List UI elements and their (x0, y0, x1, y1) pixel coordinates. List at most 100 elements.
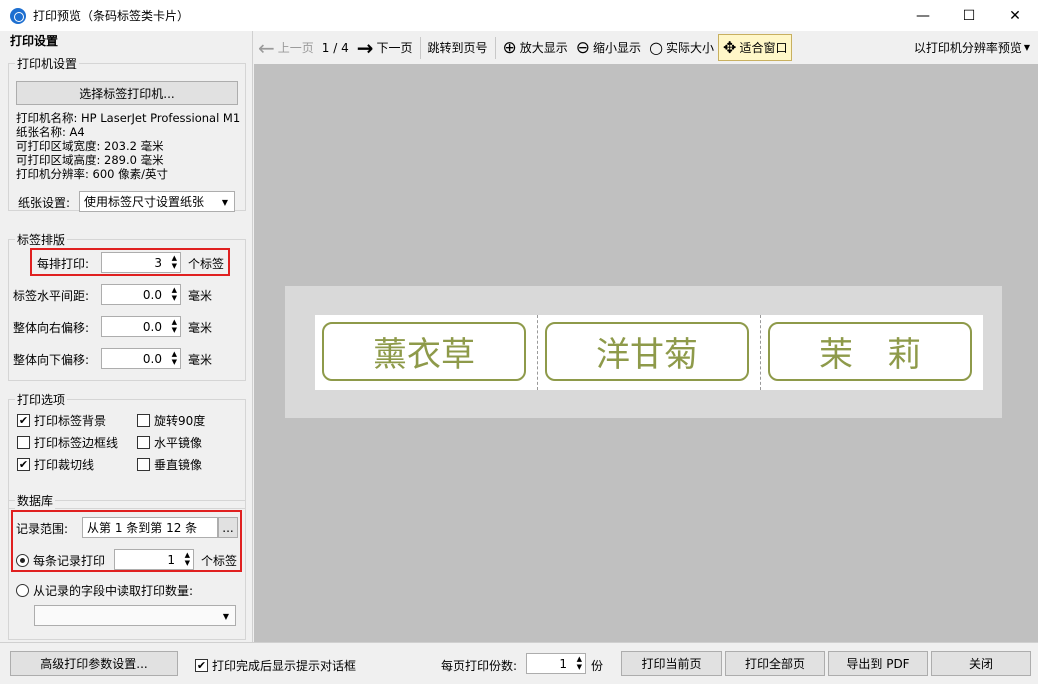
preview-area: 薰衣草 洋甘菊 茉 莉 (254, 64, 1038, 642)
close-window-button[interactable]: ✕ (992, 0, 1038, 31)
stepper-arrows-icon[interactable]: ▲ ▼ (172, 318, 177, 334)
select-printer-button[interactable]: 选择标签打印机... (16, 81, 238, 105)
print-cutline-label: 打印裁切线 (34, 458, 95, 472)
print-background-label: 打印标签背景 (34, 414, 107, 428)
rotate90-checkbox[interactable]: 旋转90度 (137, 412, 205, 429)
label-card: 薰衣草 (322, 322, 526, 381)
print-border-checkbox[interactable]: 打印标签边框线 (17, 434, 118, 451)
chevron-down-icon: ▼ (221, 198, 228, 207)
actual-size-button[interactable]: ○ 实际大小 (645, 34, 718, 61)
zoom-out-icon: ⊖ (575, 37, 591, 58)
print-all-button[interactable]: 打印全部页 (725, 651, 825, 676)
printer-name-info: 打印机名称: HP LaserJet Professional M1 (16, 111, 241, 125)
maximize-button[interactable]: ☐ (946, 0, 992, 31)
minimize-button[interactable]: — (900, 0, 946, 31)
h-gap-label: 标签水平间距: (13, 289, 90, 303)
copies-value: 1 (559, 656, 567, 671)
label-card: 茉 莉 (768, 322, 972, 381)
zoom-in-icon: ⊕ (502, 37, 517, 58)
paper-settings-select[interactable]: 使用标签尺寸设置纸张 ▼ (79, 191, 235, 212)
right-offset-value: 0.0 (142, 319, 162, 334)
show-dialog-checkbox[interactable]: ✔ 打印完成后显示提示对话框 (195, 657, 356, 674)
arrow-right-icon: → (356, 35, 374, 60)
printer-settings-group: 打印机设置 选择标签打印机... 打印机名称: HP LaserJet Prof… (8, 55, 246, 212)
checkbox-unchecked-icon (137, 458, 150, 471)
paper-settings-label: 纸张设置: (18, 196, 71, 210)
print-options-title: 打印选项 (15, 391, 68, 408)
resolution-preview-dropdown[interactable]: 以打印机分辨率预览 ▼ (910, 34, 1038, 61)
paper-name-info: 纸张名称: A4 (16, 125, 85, 139)
h-gap-unit: 毫米 (188, 289, 213, 303)
from-field-select[interactable]: ▼ (34, 605, 236, 626)
down-offset-stepper[interactable]: 0.0 ▲ ▼ (101, 348, 181, 369)
actual-size-label: 实际大小 (666, 41, 715, 55)
window-title: 打印预览（条码标签类卡片） (33, 9, 190, 23)
highlight-per-row (30, 248, 230, 276)
fit-window-button[interactable]: ✥ 适合窗口 (718, 34, 793, 61)
toolbar-divider (494, 36, 496, 59)
copies-stepper[interactable]: 1 ▲ ▼ (526, 653, 586, 674)
print-cutline-checkbox[interactable]: ✔ 打印裁切线 (17, 456, 94, 473)
next-page-label: 下一页 (376, 41, 413, 55)
h-gap-value: 0.0 (142, 287, 162, 302)
checkbox-unchecked-icon (137, 436, 150, 449)
close-button[interactable]: 关闭 (931, 651, 1031, 676)
print-current-button[interactable]: 打印当前页 (621, 651, 722, 676)
rotate90-label: 旋转90度 (154, 414, 206, 428)
prev-page-button[interactable]: ← 上一页 (254, 34, 318, 61)
arrow-left-icon: ← (258, 35, 275, 60)
checkbox-checked-icon: ✔ (195, 659, 208, 672)
resolution-preview-label: 以打印机分辨率预览 (913, 41, 1022, 55)
from-field-radio[interactable]: 从记录的字段中读取打印数量: (16, 582, 193, 599)
paper-settings-value: 使用标签尺寸设置纸张 (84, 195, 205, 209)
checkbox-unchecked-icon (137, 414, 150, 427)
print-settings-header: 打印设置 (10, 34, 59, 48)
h-mirror-checkbox[interactable]: 水平镜像 (137, 434, 202, 451)
preview-page: 薰衣草 洋甘菊 茉 莉 (285, 286, 1002, 418)
page-indicator: 1 / 4 (321, 40, 349, 55)
h-mirror-label: 水平镜像 (154, 436, 203, 450)
print-background-checkbox[interactable]: ✔ 打印标签背景 (17, 412, 106, 429)
right-offset-label: 整体向右偏移: (13, 321, 90, 335)
show-dialog-label: 打印完成后显示提示对话框 (212, 659, 357, 673)
down-offset-unit: 毫米 (188, 353, 213, 367)
highlight-database (11, 510, 242, 572)
database-title: 数据库 (15, 492, 56, 509)
zoom-out-label: 缩小显示 (593, 41, 642, 55)
chevron-down-icon: ▼ (1023, 43, 1030, 52)
checkbox-checked-icon: ✔ (17, 458, 30, 471)
cut-line (760, 315, 761, 390)
stepper-arrows-icon[interactable]: ▲ ▼ (577, 655, 582, 671)
right-offset-stepper[interactable]: 0.0 ▲ ▼ (101, 316, 181, 337)
next-page-button[interactable]: → 下一页 (353, 34, 417, 61)
stepper-arrows-icon[interactable]: ▲ ▼ (172, 286, 177, 302)
v-mirror-checkbox[interactable]: 垂直镜像 (137, 456, 202, 473)
copies-unit: 份 (591, 659, 604, 673)
fit-window-icon: ✥ (723, 37, 737, 57)
print-settings-panel: 打印设置 打印机设置 选择标签打印机... 打印机名称: HP LaserJet… (0, 31, 253, 642)
advanced-settings-button[interactable]: 高级打印参数设置... (10, 651, 178, 676)
printable-height-info: 可打印区域高度: 289.0 毫米 (16, 153, 164, 167)
right-offset-unit: 毫米 (188, 321, 213, 335)
h-gap-stepper[interactable]: 0.0 ▲ ▼ (101, 284, 181, 305)
checkbox-unchecked-icon (17, 436, 30, 449)
printer-settings-title: 打印机设置 (15, 55, 80, 72)
zoom-in-button[interactable]: ⊕ 放大显示 (499, 34, 572, 61)
stepper-arrows-icon[interactable]: ▲ ▼ (172, 350, 177, 366)
preview-toolbar: ← 上一页 1 / 4 → 下一页 跳转到页号 ⊕ 放大显示 ⊖ 缩小显示 ○ … (254, 31, 1038, 64)
label-strip: 薰衣草 洋甘菊 茉 莉 (315, 315, 983, 390)
down-offset-label: 整体向下偏移: (13, 353, 90, 367)
copies-label: 每页打印份数: (441, 659, 518, 673)
down-offset-value: 0.0 (142, 351, 162, 366)
jump-to-page-button[interactable]: 跳转到页号 (424, 34, 492, 61)
prev-page-label: 上一页 (277, 41, 314, 55)
label-card: 洋甘菊 (545, 322, 749, 381)
title-bar: 打印预览（条码标签类卡片） — ☐ ✕ (0, 0, 1038, 31)
zoom-in-label: 放大显示 (519, 41, 568, 55)
toolbar-divider (419, 36, 421, 59)
zoom-out-button[interactable]: ⊖ 缩小显示 (572, 34, 645, 61)
from-field-label: 从记录的字段中读取打印数量: (33, 584, 194, 598)
printer-info: 打印机名称: HP LaserJet Professional M1 纸张名称:… (16, 111, 241, 181)
label-layout-title: 标签排版 (15, 231, 68, 248)
export-pdf-button[interactable]: 导出到 PDF (828, 651, 928, 676)
